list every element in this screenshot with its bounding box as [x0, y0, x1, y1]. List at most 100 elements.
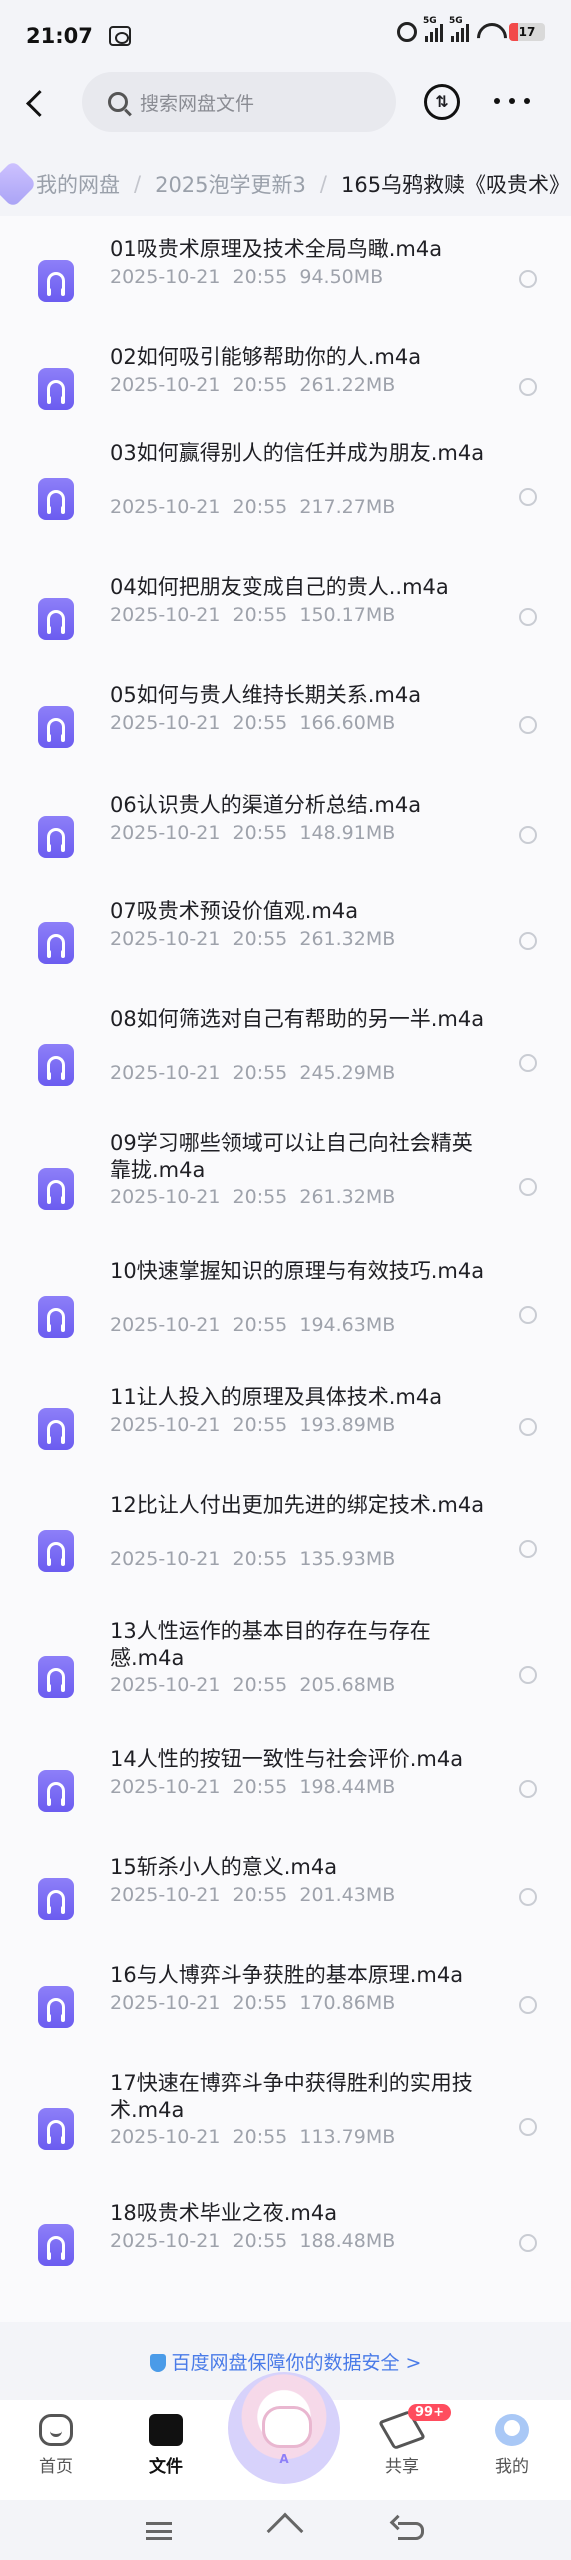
- file-time: 20:55: [232, 374, 288, 396]
- file-time: 20:55: [232, 1776, 288, 1798]
- file-time: 20:55: [232, 928, 288, 950]
- file-date: 2025-10-21: [110, 1414, 221, 1436]
- file-name: 14人性的按钮一致性与社会评价.m4a: [110, 1747, 464, 1771]
- file-meta: 2025-10-21 20:55 188.48MB: [110, 2230, 395, 2252]
- tab-home[interactable]: 首页: [16, 2414, 96, 2477]
- file-date: 2025-10-21: [110, 266, 221, 288]
- file-meta: 2025-10-21 20:55 113.79MB: [110, 2126, 395, 2148]
- file-row[interactable]: 13人性运作的基本目的存在与存在感.m4a 2025-10-21 20:55 20…: [0, 1612, 571, 1736]
- file-row[interactable]: 06认识贵人的渠道分析总结.m4a 2025-10-21 20:55 148.91…: [0, 786, 571, 886]
- file-size: 135.93MB: [299, 1548, 396, 1570]
- select-checkbox[interactable]: [519, 2234, 537, 2252]
- system-nav-bar: [0, 2500, 571, 2560]
- file-row[interactable]: 16与人博弈斗争获胜的基本原理.m4a 2025-10-21 20:55 170.…: [0, 1956, 571, 2056]
- file-row[interactable]: 07吸贵术预设价值观.m4a 2025-10-21 20:55 261.32MB: [0, 892, 571, 992]
- file-name: 11让人投入的原理及具体技术.m4a: [110, 1385, 443, 1409]
- select-checkbox[interactable]: [519, 716, 537, 734]
- more-button[interactable]: [494, 86, 530, 116]
- file-row[interactable]: 14人性的按钮一致性与社会评价.m4a 2025-10-21 20:55 198.…: [0, 1740, 571, 1840]
- file-time: 20:55: [232, 822, 288, 844]
- select-checkbox[interactable]: [519, 1888, 537, 1906]
- headphones-icon: [38, 1656, 74, 1698]
- select-checkbox[interactable]: [519, 608, 537, 626]
- file-row[interactable]: 03如何赢得别人的信任并成为朋友.m4a 2025-10-21 20:55 217…: [0, 434, 571, 558]
- select-checkbox[interactable]: [519, 488, 537, 506]
- file-size: 166.60MB: [299, 712, 396, 734]
- file-row[interactable]: 02如何吸引能够帮助你的人.m4a 2025-10-21 20:55 261.22…: [0, 338, 571, 438]
- shield-icon: [149, 2354, 166, 2372]
- select-checkbox[interactable]: [519, 1540, 537, 1558]
- file-meta: 2025-10-21 20:55 261.22MB: [110, 374, 395, 396]
- breadcrumb-item-root[interactable]: 我的网盘: [36, 169, 120, 199]
- notification-icon: [108, 26, 131, 46]
- search-placeholder: 搜索网盘文件: [140, 92, 255, 115]
- file-date: 2025-10-21: [110, 928, 221, 950]
- file-row[interactable]: 10快速掌握知识的原理与有效技巧.m4a 2025-10-21 20:55 194…: [0, 1252, 571, 1376]
- select-checkbox[interactable]: [519, 1178, 537, 1196]
- sort-button[interactable]: ⇅: [424, 84, 460, 120]
- battery-icon: 17: [509, 23, 545, 41]
- select-checkbox[interactable]: [519, 270, 537, 288]
- file-row[interactable]: 08如何筛选对自己有帮助的另一半.m4a 2025-10-21 20:55 245…: [0, 1000, 571, 1124]
- file-name: 06认识贵人的渠道分析总结.m4a: [110, 793, 422, 817]
- select-checkbox[interactable]: [519, 1666, 537, 1684]
- tab-files[interactable]: 文件: [126, 2414, 206, 2477]
- file-meta: 2025-10-21 20:55 245.29MB: [110, 1062, 395, 1084]
- file-time: 20:55: [232, 1186, 288, 1208]
- headphones-icon: [38, 816, 74, 858]
- file-size: 261.32MB: [299, 928, 396, 950]
- tab-mine[interactable]: 我的: [472, 2414, 552, 2477]
- file-row[interactable]: 11让人投入的原理及具体技术.m4a 2025-10-21 20:55 193.8…: [0, 1378, 571, 1478]
- select-checkbox[interactable]: [519, 1780, 537, 1798]
- back-nav-icon[interactable]: [398, 2522, 424, 2540]
- select-checkbox[interactable]: [519, 1306, 537, 1324]
- file-time: 20:55: [232, 266, 288, 288]
- file-row[interactable]: 17快速在博弈斗争中获得胜利的实用技术.m4a 2025-10-21 20:55 …: [0, 2064, 571, 2188]
- menu-icon[interactable]: [146, 2522, 172, 2540]
- mascot-button[interactable]: [228, 2372, 340, 2484]
- signal-label: 5G: [449, 16, 463, 26]
- search-input[interactable]: 搜索网盘文件: [82, 72, 396, 132]
- file-date: 2025-10-21: [110, 496, 221, 518]
- file-row[interactable]: 04如何把朋友变成自己的贵人..m4a 2025-10-21 20:55 150.…: [0, 568, 571, 668]
- back-button[interactable]: [20, 88, 52, 120]
- headphones-icon: [38, 1296, 74, 1338]
- select-checkbox[interactable]: [519, 1996, 537, 2014]
- file-name: 07吸贵术预设价值观.m4a: [110, 899, 359, 923]
- file-date: 2025-10-21: [110, 1776, 221, 1798]
- file-size: 245.29MB: [299, 1062, 396, 1084]
- file-size: 148.91MB: [299, 822, 396, 844]
- breadcrumb-item-parent[interactable]: 2025泡学更新3: [155, 169, 306, 199]
- select-checkbox[interactable]: [519, 2118, 537, 2136]
- security-notice[interactable]: 百度网盘保障你的数据安全 >: [0, 2348, 571, 2375]
- select-checkbox[interactable]: [519, 1054, 537, 1072]
- tab-share[interactable]: 99+ 共享: [362, 2404, 451, 2477]
- file-size: 193.89MB: [299, 1414, 396, 1436]
- home-nav-icon[interactable]: [266, 2512, 304, 2550]
- file-date: 2025-10-21: [110, 374, 221, 396]
- headphones-icon: [38, 368, 74, 410]
- file-name: 09学习哪些领域可以让自己向社会精英靠拢.m4a: [110, 1131, 473, 1182]
- alarm-icon: [397, 22, 417, 42]
- select-checkbox[interactable]: [519, 826, 537, 844]
- file-row[interactable]: 09学习哪些领域可以让自己向社会精英靠拢.m4a 2025-10-21 20:55…: [0, 1124, 571, 1248]
- file-date: 2025-10-21: [110, 1884, 221, 1906]
- file-row[interactable]: 12比让人付出更加先进的绑定技术.m4a 2025-10-21 20:55 135…: [0, 1486, 571, 1610]
- file-time: 20:55: [232, 1548, 288, 1570]
- file-row[interactable]: 18吸贵术毕业之夜.m4a 2025-10-21 20:55 188.48MB: [0, 2194, 571, 2294]
- avatar-icon: [495, 2414, 529, 2446]
- home-icon: [39, 2414, 73, 2446]
- select-checkbox[interactable]: [519, 378, 537, 396]
- file-meta: 2025-10-21 20:55 201.43MB: [110, 1884, 395, 1906]
- file-row[interactable]: 01吸贵术原理及技术全局鸟瞰.m4a 2025-10-21 20:55 94.50…: [0, 230, 571, 330]
- select-checkbox[interactable]: [519, 1418, 537, 1436]
- file-size: 113.79MB: [299, 2126, 396, 2148]
- file-row[interactable]: 15斩杀小人的意义.m4a 2025-10-21 20:55 201.43MB: [0, 1848, 571, 1948]
- headphones-icon: [38, 922, 74, 964]
- file-row[interactable]: 05如何与贵人维持长期关系.m4a 2025-10-21 20:55 166.60…: [0, 676, 571, 776]
- headphones-icon: [38, 1044, 74, 1086]
- file-date: 2025-10-21: [110, 604, 221, 626]
- wifi-icon: [477, 23, 501, 41]
- select-checkbox[interactable]: [519, 932, 537, 950]
- file-meta: 2025-10-21 20:55 205.68MB: [110, 1674, 395, 1696]
